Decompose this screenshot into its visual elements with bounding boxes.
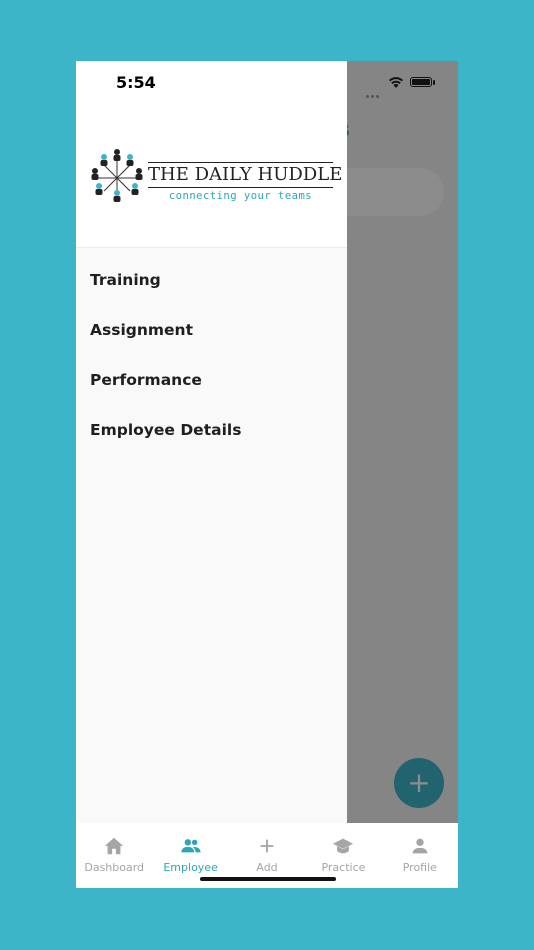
brand-tagline: connecting your teams [168,190,313,202]
tab-label: Add [256,861,278,874]
huddle-logo-icon [91,149,143,202]
tab-label: Dashboard [84,861,145,874]
wifi-icon [389,77,403,88]
battery-icon [410,77,432,87]
home-icon [105,837,124,855]
navigation-drawer: 5:54 THE DAILY HUDDLE connecting your te… [76,61,347,823]
signal-icon [366,83,384,98]
tab-label: Practice [321,861,366,874]
tab-profile[interactable]: Profile [382,823,458,888]
graduation-cap-icon [333,838,354,854]
tab-dashboard[interactable]: Dashboard [76,823,152,888]
phone-screen: s + 5:54 [76,61,458,888]
drawer-header: 5:54 THE DAILY HUDDLE connecting your te… [76,61,347,248]
home-indicator [200,877,336,881]
person-icon [412,838,428,854]
tab-label: Profile [402,861,437,874]
status-icons [364,75,444,98]
drawer-menu: Training Assignment Performance Employee… [76,247,347,455]
brand-title: THE DAILY HUDDLE [148,162,342,188]
drawer-item-employee-details[interactable]: Employee Details [76,405,347,455]
plus-icon [260,839,274,853]
drawer-item-training[interactable]: Training [76,255,347,305]
status-time: 5:54 [116,73,156,92]
tab-label: Employee [163,861,218,874]
drawer-item-assignment[interactable]: Assignment [76,305,347,355]
people-icon [180,839,201,853]
battery-tip [433,80,435,85]
drawer-item-performance[interactable]: Performance [76,355,347,405]
